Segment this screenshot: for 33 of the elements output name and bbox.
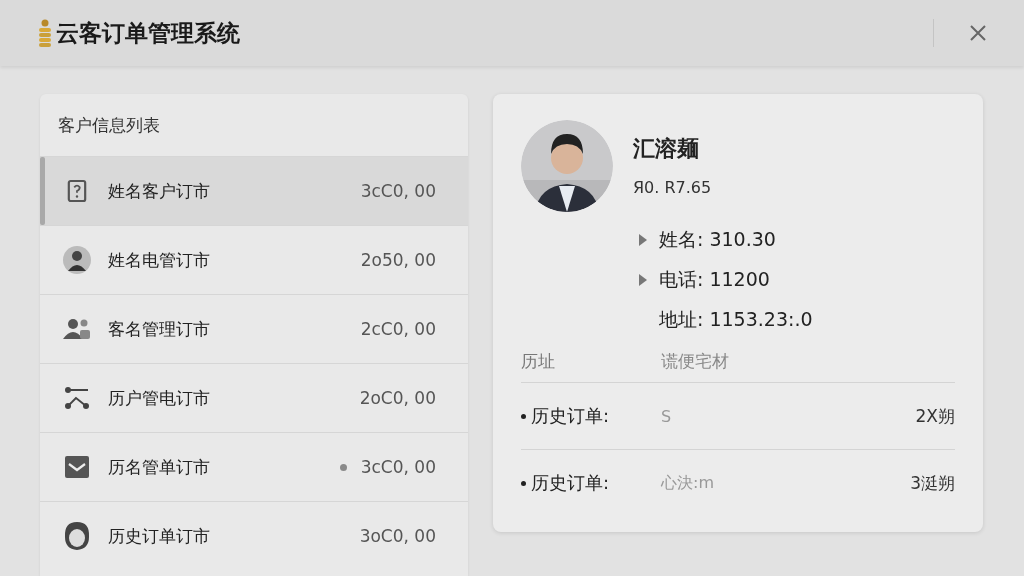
customer-name: 历名管单订市 <box>108 455 211 479</box>
info-value: 谎便宅材 <box>661 349 729 373</box>
customer-row[interactable]: 历史订单订市 3oC0, 00 <box>40 501 468 570</box>
order-amount: 2o50, 00 <box>360 250 436 270</box>
field-text: 电话: 11200 <box>659 267 770 292</box>
panel-title: 客户信息列表 <box>57 113 161 137</box>
field-text: 姓名: 310.30 <box>659 227 776 252</box>
field-text: 地址: 1153.23:.0 <box>659 307 813 332</box>
order-amount: 3oC0, 00 <box>359 526 436 546</box>
order-amount: 3cC0, 00 <box>360 457 436 477</box>
customer-name: 历户管电订市 <box>108 386 211 410</box>
order-date: 3涏朔 <box>910 471 955 495</box>
order-amount: 3cC0, 00 <box>360 181 436 201</box>
customer-name: 姓名电管订市 <box>108 248 211 272</box>
order-amount: 2cC0, 00 <box>360 319 436 339</box>
info-label: 历址 <box>521 349 556 373</box>
customer-name: 历史订单订市 <box>108 524 211 548</box>
customer-row[interactable]: 历户管电订市 2oC0, 00 <box>40 363 468 432</box>
customer-name-heading: 汇溶麺 <box>633 135 700 163</box>
order-amount: 2oC0, 00 <box>359 388 436 408</box>
customer-name: 客名管理订市 <box>108 317 211 341</box>
customer-name: 姓名客户订市 <box>108 179 211 203</box>
order-label: 历史订单: <box>521 471 661 495</box>
order-note: 心決:m <box>661 472 715 494</box>
customer-row[interactable]: 姓名客户订市 3cC0, 00 <box>40 156 468 225</box>
customer-row[interactable]: 历名管单订市 3cC0, 00 <box>40 432 468 501</box>
customer-code: Я0. R7.65 <box>633 178 712 197</box>
window-title: 云客订单管理系统 <box>56 18 240 48</box>
customer-row[interactable]: 姓名电管订市 2o50, 00 <box>40 225 468 294</box>
order-note: S <box>661 406 673 426</box>
order-date: 2X朔 <box>915 404 955 428</box>
customer-row[interactable]: 客名管理订市 2cC0, 00 <box>40 294 468 363</box>
order-label: 历史订单: <box>521 404 661 428</box>
